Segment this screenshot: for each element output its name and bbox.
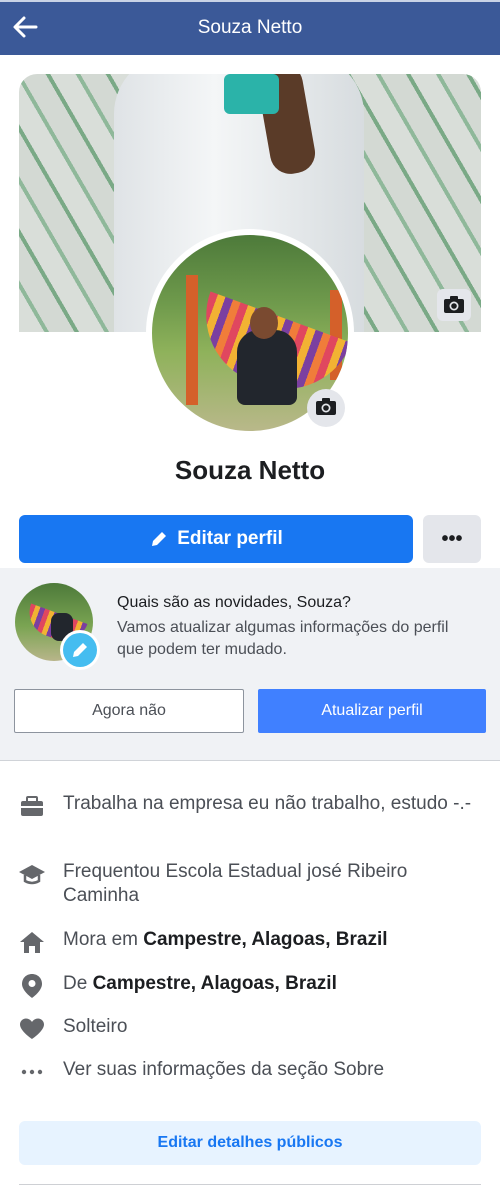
profile-name: Souza Netto [174, 455, 326, 485]
profile-camera-button[interactable] [307, 389, 345, 427]
pencil-badge-inner [63, 633, 97, 667]
prompt-title: Quais são as novidades, Souza? [117, 594, 351, 611]
top-bar: Souza Netto [0, 0, 500, 55]
from-text: De Campestre, Alagoas, Brazil [63, 972, 483, 996]
avatar-pole-left [186, 275, 198, 405]
lives-in-prefix: Mora em [63, 929, 144, 950]
camera-icon [316, 398, 336, 415]
page-title: Souza Netto [197, 17, 303, 38]
profile-update-prompt: Quais são as novidades, Souza? Vamos atu… [0, 568, 500, 761]
prompt-description: Vamos atualizar algumas informações do p… [117, 619, 449, 658]
graduation-cap-icon [18, 860, 46, 888]
camera-icon [444, 296, 464, 313]
edit-public-details-button[interactable]: Editar detalhes públicos [19, 1121, 481, 1165]
from-place[interactable]: Campestre, Alagoas, Brazil [93, 973, 337, 994]
not-now-button[interactable]: Agora não [14, 689, 244, 733]
more-dots-icon: ••• [441, 527, 463, 550]
see-about-text[interactable]: Ver suas informações da seção Sobre [63, 1058, 483, 1082]
avatar-person [237, 330, 297, 405]
lives-in-text: Mora em Campestre, Alagoas, Brazil [63, 928, 483, 952]
more-dots-icon [18, 1058, 46, 1086]
avatar-head [250, 307, 278, 339]
cover-camera-button[interactable] [437, 289, 471, 321]
heart-icon [18, 1015, 46, 1043]
work-text: Trabalha na empresa eu não trabalho, est… [63, 793, 472, 814]
lives-in-place[interactable]: Campestre, Alagoas, Brazil [143, 929, 387, 950]
pencil-badge [60, 630, 100, 670]
edit-profile-label: Editar perfil [177, 528, 283, 549]
from-prefix: De [63, 973, 93, 994]
edit-profile-button[interactable]: Editar perfil [19, 515, 413, 563]
education-text: Frequentou Escola Estadual josé Ribeiro … [63, 861, 408, 906]
home-icon [18, 928, 46, 956]
more-options-button[interactable]: ••• [423, 515, 481, 563]
pencil-icon [73, 643, 87, 657]
location-pin-icon [18, 972, 46, 1000]
divider [19, 1184, 481, 1185]
cover-photo-phone [224, 74, 279, 114]
briefcase-icon [18, 792, 46, 820]
pencil-icon [152, 532, 167, 546]
relationship-text: Solteiro [63, 1016, 128, 1037]
update-profile-button[interactable]: Atualizar perfil [258, 689, 486, 733]
